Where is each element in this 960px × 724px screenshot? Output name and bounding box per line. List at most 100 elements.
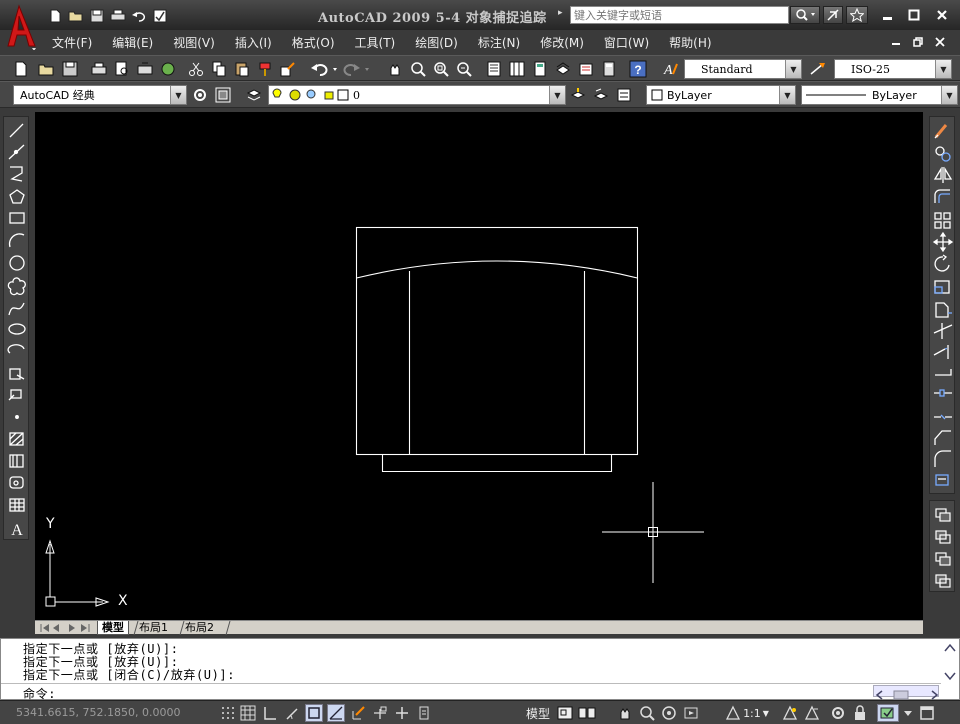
subscription-center-button[interactable]	[823, 6, 843, 24]
layer-properties-button[interactable]	[244, 85, 264, 105]
command-window[interactable]: 指定下一点或 [放弃(U)]: 指定下一点或 [放弃(U)]: 指定下一点或 […	[0, 638, 960, 701]
menu-help[interactable]: 帮助(H)	[669, 31, 711, 52]
menu-format[interactable]: 格式(O)	[292, 31, 335, 52]
tool-palettes-button[interactable]	[530, 59, 550, 79]
object-snap-button[interactable]	[305, 704, 323, 722]
publish-button[interactable]	[135, 59, 155, 79]
menu-window[interactable]: 窗口(W)	[604, 31, 649, 52]
object-snap-tracking-button[interactable]	[327, 704, 345, 722]
menu-modify[interactable]: 修改(M)	[540, 31, 584, 52]
save-button[interactable]	[60, 59, 80, 79]
undo-button[interactable]	[309, 59, 339, 79]
qa-new-button[interactable]	[46, 8, 64, 24]
qa-properties-button[interactable]	[151, 8, 169, 24]
match-properties-button[interactable]	[255, 59, 275, 79]
doc-restore-button[interactable]	[910, 34, 926, 50]
menu-tools[interactable]: 工具(T)	[355, 31, 396, 52]
model-space-label[interactable]: 模型	[526, 705, 550, 722]
copy-button[interactable]	[209, 59, 229, 79]
layer-select[interactable]: 0 ▼	[268, 85, 566, 105]
qa-plot-button[interactable]	[109, 8, 127, 24]
drawing-canvas[interactable]: Y X	[35, 112, 923, 620]
search-expand-arrow-icon[interactable]: ▸	[558, 8, 563, 18]
window-close-button[interactable]	[932, 6, 952, 24]
doc-minimize-button[interactable]	[888, 34, 904, 50]
layer-states-button[interactable]	[614, 85, 634, 105]
pan-status-button[interactable]	[616, 704, 634, 722]
coordinate-display[interactable]: 5341.6615, 752.1850, 0.0000	[16, 706, 180, 719]
polar-tracking-button[interactable]	[283, 704, 301, 722]
ortho-mode-button[interactable]	[261, 704, 279, 722]
menu-file[interactable]: 文件(F)	[52, 31, 92, 52]
window-minimize-button[interactable]	[878, 6, 898, 24]
workspace-select[interactable]: AutoCAD 经典 ▼	[13, 85, 187, 105]
zoom-previous-button[interactable]	[454, 59, 474, 79]
menu-view[interactable]: 视图(V)	[173, 31, 215, 52]
properties-button[interactable]	[484, 59, 504, 79]
lineweight-button[interactable]	[393, 704, 411, 722]
command-horizontal-scrollbar[interactable]	[873, 685, 939, 700]
dynamic-input-button[interactable]	[371, 704, 389, 722]
3d-dwf-button[interactable]	[158, 59, 178, 79]
color-select[interactable]: ByLayer ▼	[646, 85, 796, 105]
application-status-button[interactable]	[877, 704, 899, 722]
clean-screen-button[interactable]	[918, 704, 936, 722]
workspace-switching-button[interactable]	[829, 704, 847, 722]
block-editor-button[interactable]	[278, 59, 298, 79]
toolbar-lock-button[interactable]	[851, 704, 869, 722]
annotation-scale-button[interactable]: 1:1 ▼	[722, 704, 772, 722]
layer-previous-button[interactable]	[591, 85, 611, 105]
menu-insert[interactable]: 插入(I)	[235, 31, 272, 52]
zoom-realtime-button[interactable]	[408, 59, 428, 79]
menu-edit[interactable]: 编辑(E)	[112, 31, 153, 52]
auto-scale-button[interactable]	[803, 704, 821, 722]
paste-button[interactable]	[232, 59, 252, 79]
tab-model[interactable]: 模型	[97, 621, 129, 635]
text-style-button[interactable]: A	[660, 59, 680, 79]
steering-wheel-button[interactable]	[660, 704, 678, 722]
workspace-save-button[interactable]	[213, 85, 233, 105]
application-menu-button[interactable]	[4, 4, 38, 51]
command-scrollbar[interactable]	[943, 641, 957, 683]
search-input[interactable]	[570, 6, 789, 24]
menu-dimension[interactable]: 标注(N)	[478, 31, 520, 52]
linetype-select[interactable]: ByLayer ▼	[801, 85, 958, 105]
dim-style-select[interactable]: ISO-25 ▼	[834, 59, 952, 79]
text-style-select[interactable]: Standard ▼	[684, 59, 802, 79]
doc-close-button[interactable]	[932, 34, 948, 50]
layout-button[interactable]	[556, 704, 574, 722]
dim-style-button[interactable]	[808, 59, 828, 79]
tab-navigation-arrows-icon[interactable]	[37, 621, 101, 635]
cut-button[interactable]	[186, 59, 206, 79]
design-center-button[interactable]	[507, 59, 527, 79]
window-maximize-button[interactable]	[904, 6, 924, 24]
pan-button[interactable]	[385, 59, 405, 79]
qa-open-button[interactable]	[67, 8, 85, 24]
qa-save-button[interactable]	[88, 8, 106, 24]
open-button[interactable]	[36, 59, 56, 79]
zoom-window-button[interactable]	[431, 59, 451, 79]
dynamic-ucs-button[interactable]	[349, 704, 367, 722]
grid-display-button[interactable]	[239, 704, 257, 722]
favorites-button[interactable]	[846, 6, 868, 24]
search-button[interactable]	[790, 6, 820, 24]
new-button[interactable]	[11, 59, 31, 79]
markup-set-manager-button[interactable]	[576, 59, 596, 79]
redo-button[interactable]	[342, 59, 372, 79]
plot-button[interactable]	[89, 59, 109, 79]
sheet-set-manager-button[interactable]	[553, 59, 573, 79]
annotation-visibility-button[interactable]	[781, 704, 799, 722]
snap-mode-button[interactable]	[219, 704, 237, 722]
help-button[interactable]: ?	[628, 59, 648, 79]
zoom-status-button[interactable]	[638, 704, 656, 722]
quick-properties-button[interactable]	[415, 704, 433, 722]
quick-view-layouts-button[interactable]	[578, 704, 596, 722]
showmotion-button[interactable]	[682, 704, 700, 722]
qa-undo-button[interactable]	[130, 8, 148, 24]
quickcalc-button[interactable]	[599, 59, 619, 79]
menu-draw[interactable]: 绘图(D)	[415, 31, 458, 52]
plot-preview-button[interactable]	[112, 59, 132, 79]
make-current-layer-button[interactable]	[568, 85, 588, 105]
workspace-settings-button[interactable]	[190, 85, 210, 105]
status-menu-button[interactable]	[902, 704, 914, 722]
